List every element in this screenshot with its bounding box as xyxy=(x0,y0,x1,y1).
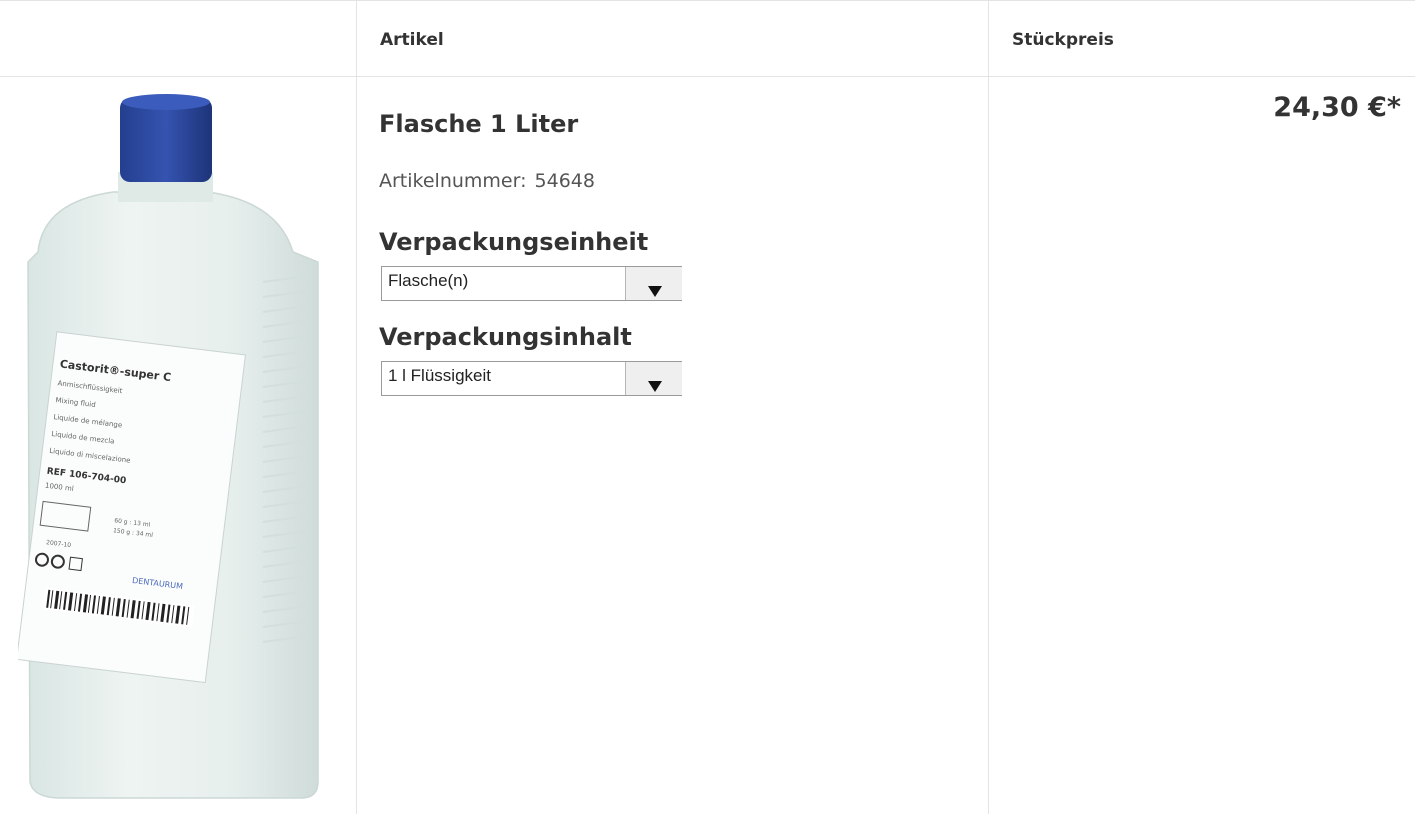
dropdown-arrow-icon xyxy=(648,286,662,297)
packaging-content-label: Verpackungsinhalt xyxy=(379,323,632,351)
column-divider xyxy=(988,0,989,814)
packaging-content-select[interactable]: 1 l Flüssigkeit xyxy=(381,361,682,396)
bottle-cap xyxy=(120,98,212,182)
article-number-value: 54648 xyxy=(534,170,595,192)
packaging-unit-select[interactable]: Flasche(n) xyxy=(381,266,682,301)
product-title[interactable]: Flasche 1 Liter xyxy=(379,110,578,138)
packaging-content-dropdown-button[interactable] xyxy=(625,362,682,395)
column-divider xyxy=(356,0,357,814)
article-number: Artikelnummer: 54648 xyxy=(379,170,595,192)
column-header-article: Artikel xyxy=(380,30,444,50)
packaging-content-value: 1 l Flüssigkeit xyxy=(388,366,491,385)
dropdown-arrow-icon xyxy=(648,381,662,392)
packaging-unit-value: Flasche(n) xyxy=(388,271,469,290)
table-top-border xyxy=(0,0,1415,1)
column-header-unit-price: Stückpreis xyxy=(1012,30,1114,50)
unit-price: 24,30 €* xyxy=(1273,92,1401,123)
product-table: Artikel Stückpreis Castorit®-super C Anm… xyxy=(0,0,1415,814)
product-image[interactable]: Castorit®-super C Anmischflüssigkeit Mix… xyxy=(18,92,338,800)
article-number-label: Artikelnummer: xyxy=(379,170,527,192)
packaging-unit-label: Verpackungseinheit xyxy=(379,228,649,256)
packaging-unit-dropdown-button[interactable] xyxy=(625,267,682,300)
header-divider xyxy=(0,76,1415,77)
bottle-label: Castorit®-super C Anmischflüssigkeit Mix… xyxy=(18,331,247,684)
